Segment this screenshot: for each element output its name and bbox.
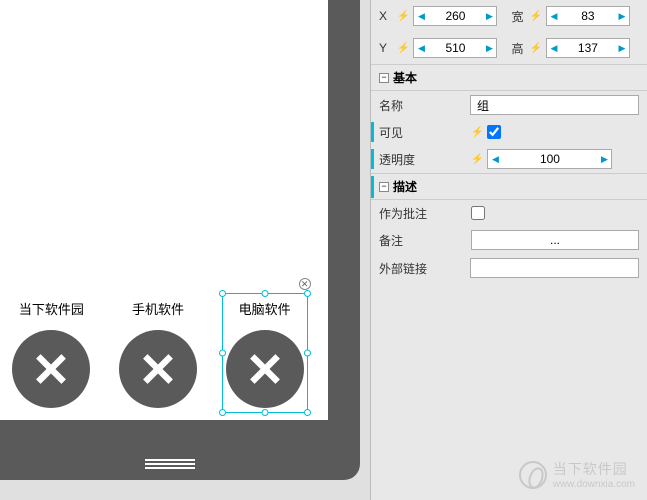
section-description-header[interactable]: − 描述 [371,173,647,200]
watermark-logo-icon [519,461,547,489]
bolt-icon: ⚡ [471,127,483,138]
tab-label: 当下软件园 [19,299,84,318]
watermark-url: www.downxia.com [553,479,635,490]
y-spinner[interactable]: ◀ ▶ [413,38,497,58]
x-label: X [379,9,393,23]
tab-bar: 当下软件园 手机软件 电脑软件 [0,299,318,408]
bolt-icon: ⚡ [529,43,541,54]
annotation-checkbox[interactable] [471,206,485,220]
resize-handle-mr[interactable] [304,350,311,357]
increment-icon[interactable]: ▶ [615,7,629,25]
h-label: 高 [511,40,525,57]
h-input[interactable] [561,39,615,57]
resize-handle-tm[interactable] [261,290,268,297]
bolt-icon: ⚡ [397,43,409,54]
name-input[interactable] [470,95,639,115]
resize-handle-bm[interactable] [261,409,268,416]
tab-item-1[interactable]: 手机软件 [119,299,197,408]
visible-label: 可见 [379,124,471,141]
decrement-icon[interactable]: ◀ [547,39,561,57]
prop-link-row: 外部链接 [371,254,647,282]
tab-label: 电脑软件 [239,299,291,318]
resize-handle-tl[interactable] [219,290,226,297]
y-input[interactable] [428,39,482,57]
resize-handle-bl[interactable] [219,409,226,416]
link-label: 外部链接 [379,260,470,277]
bolt-icon: ⚡ [471,154,483,165]
tab-label: 手机软件 [132,299,184,318]
selection-dismiss-icon[interactable]: ✕ [299,278,311,290]
accent-bar [371,176,374,198]
annotation-label: 作为批注 [379,205,471,222]
remark-button[interactable]: ... [471,230,639,250]
w-spinner[interactable]: ◀ ▶ [546,6,630,26]
watermark: 当下软件园 www.downxia.com [519,459,635,490]
opacity-input[interactable] [502,150,597,168]
prop-remark-row: 备注 ... [371,226,647,254]
collapse-icon[interactable]: − [379,182,389,192]
x-spinner[interactable]: ◀ ▶ [413,6,497,26]
resize-handle-br[interactable] [304,409,311,416]
decrement-icon[interactable]: ◀ [414,7,428,25]
bolt-icon: ⚡ [529,11,541,22]
resize-handle-ml[interactable] [219,350,226,357]
remark-label: 备注 [379,232,471,249]
close-icon [119,330,197,408]
prop-opacity-row: 透明度 ⚡ ◀ ▶ [371,145,647,173]
prop-visible-row: 可见 ⚡ [371,119,647,145]
w-label: 宽 [511,8,525,25]
decrement-icon[interactable]: ◀ [414,39,428,57]
opacity-spinner[interactable]: ◀ ▶ [487,149,612,169]
h-spinner[interactable]: ◀ ▶ [546,38,630,58]
bolt-icon: ⚡ [397,11,409,22]
device-screen[interactable]: 当下软件园 手机软件 电脑软件 [0,0,328,420]
opacity-label: 透明度 [379,151,471,168]
resize-handle-tr[interactable] [304,290,311,297]
prop-annotation-row: 作为批注 [371,200,647,226]
section-description-title: 描述 [393,178,417,195]
y-label: Y [379,41,393,55]
section-basic-title: 基本 [393,69,417,86]
tab-item-0[interactable]: 当下软件园 [12,299,90,408]
properties-panel: X ⚡ ◀ ▶ 宽 ⚡ ◀ ▶ Y ⚡ ◀ ▶ [370,0,647,500]
name-label: 名称 [379,97,470,114]
coord-row-2: Y ⚡ ◀ ▶ 高 ⚡ ◀ ▶ [371,32,647,64]
device-frame: 当下软件园 手机软件 电脑软件 [0,0,360,480]
canvas-area[interactable]: 当下软件园 手机软件 电脑软件 [0,0,370,500]
accent-bar [371,149,374,169]
watermark-cn: 当下软件园 [553,459,635,479]
close-icon [12,330,90,408]
increment-icon[interactable]: ▶ [482,7,496,25]
decrement-icon[interactable]: ◀ [547,7,561,25]
link-input[interactable] [470,258,639,278]
coord-row-1: X ⚡ ◀ ▶ 宽 ⚡ ◀ ▶ [371,0,647,32]
increment-icon[interactable]: ▶ [615,39,629,57]
increment-icon[interactable]: ▶ [482,39,496,57]
section-basic-header[interactable]: − 基本 [371,64,647,91]
w-input[interactable] [561,7,615,25]
increment-icon[interactable]: ▶ [597,150,611,168]
close-icon [226,330,304,408]
x-input[interactable] [428,7,482,25]
collapse-icon[interactable]: − [379,73,389,83]
accent-bar [371,122,374,142]
decrement-icon[interactable]: ◀ [488,150,502,168]
tab-item-2[interactable]: 电脑软件 ✕ [226,299,304,408]
visible-checkbox[interactable] [487,125,501,139]
prop-name-row: 名称 [371,91,647,119]
home-indicator-icon [145,457,195,460]
